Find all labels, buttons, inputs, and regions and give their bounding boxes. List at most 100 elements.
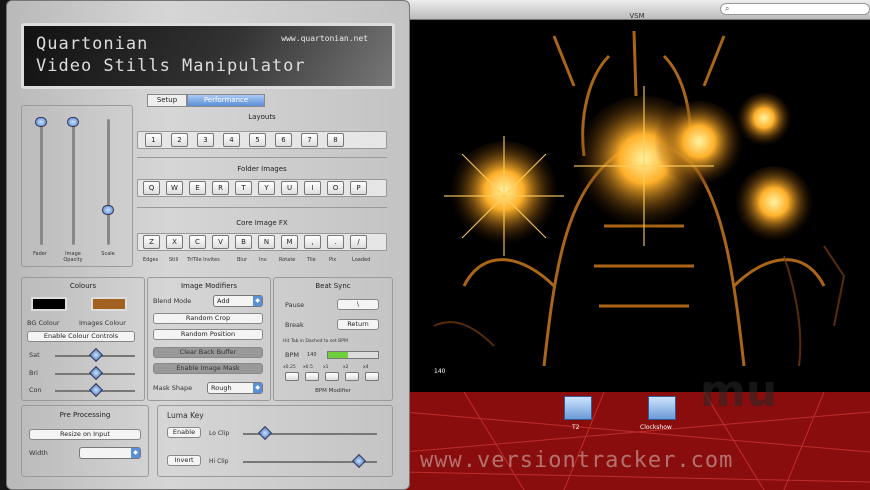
chevron-updown-icon: ◆	[131, 448, 140, 458]
multiplier-button-2[interactable]	[345, 372, 359, 381]
colours-title: Colours	[69, 282, 97, 290]
fader-slider-knob[interactable]	[35, 117, 47, 127]
folder-key-w[interactable]: W	[166, 181, 183, 195]
search-icon: ⌕	[725, 4, 730, 13]
blend-mode-value: Add	[217, 297, 230, 305]
sat-label: Sat	[29, 351, 40, 359]
fx-key-x[interactable]: X	[166, 235, 183, 249]
chevron-updown-icon: ◆	[253, 296, 262, 306]
clear-back-buffer-button[interactable]: Clear Back Buffer	[153, 347, 263, 358]
fader-slider-track[interactable]	[40, 119, 43, 245]
multiplier-button-1[interactable]	[325, 372, 339, 381]
layout-key-5[interactable]: 5	[249, 133, 266, 147]
folder-key-q[interactable]: Q	[143, 181, 160, 195]
scale-slider-track[interactable]	[107, 119, 110, 245]
folder-key-y[interactable]: Y	[258, 181, 275, 195]
luma-enable-button[interactable]: Enable	[167, 427, 201, 438]
random-position-button[interactable]: Random Position	[153, 329, 263, 340]
folder-key-p[interactable]: P	[350, 181, 367, 195]
bpm-meter-fill	[328, 352, 348, 358]
blend-mode-select[interactable]: Add ◆	[213, 295, 263, 307]
scale-slider-knob[interactable]	[102, 205, 114, 215]
width-label: Width	[29, 449, 48, 457]
bpm-modifier-label: BPM Modifier	[315, 388, 351, 394]
enable-image-mask-button[interactable]: Enable Image Mask	[153, 363, 263, 374]
fx-label-blur: Blur	[237, 257, 248, 263]
fx-label-inv: Inv.	[259, 257, 268, 263]
mask-shape-select[interactable]: Rough ◆	[207, 382, 263, 394]
layout-key-4[interactable]: 4	[223, 133, 240, 147]
width-select[interactable]: ◆	[79, 447, 141, 459]
pause-label: Pause	[285, 301, 305, 309]
fx-key-m[interactable]: M	[281, 235, 298, 249]
sliders-group	[21, 105, 133, 267]
opacity-slider-knob[interactable]	[67, 117, 79, 127]
vj-output-window: VSM ⌕ 140	[404, 0, 870, 392]
opacity-label: Image Opacity	[63, 251, 83, 263]
multiplier-button-05[interactable]	[305, 372, 319, 381]
spotlight-search-field[interactable]: ⌕	[720, 3, 870, 15]
folder-key-i[interactable]: I	[304, 181, 321, 195]
multiplier-label-05: x0.5	[303, 365, 313, 370]
break-key-button[interactable]: Return	[337, 319, 379, 330]
folder-key-u[interactable]: U	[281, 181, 298, 195]
divider	[137, 207, 387, 208]
beat-sync-title: Beat Sync	[315, 282, 351, 290]
pre-processing-title: Pre Processing	[59, 411, 111, 419]
fx-label-loaded: Loaded	[352, 257, 371, 263]
folder-icon-t2[interactable]	[564, 396, 592, 420]
banner-title-line2: Video Stills Manipulator	[36, 56, 306, 76]
con-label: Con	[29, 386, 42, 394]
multiplier-button-4[interactable]	[365, 372, 379, 381]
folder-key-r[interactable]: R	[212, 181, 229, 195]
resize-on-input-button[interactable]: Resize on Input	[29, 429, 141, 440]
fx-key-b[interactable]: B	[235, 235, 252, 249]
fx-label-rotate: Rotate	[279, 257, 296, 263]
layout-key-8[interactable]: 8	[327, 133, 344, 147]
bri-label: Bri	[29, 369, 38, 377]
fader-label: Fader	[33, 251, 47, 257]
mask-shape-label: Mask Shape	[153, 384, 193, 392]
bg-colour-swatch[interactable]	[31, 297, 67, 311]
fx-key-c[interactable]: C	[189, 235, 206, 249]
pause-key-button[interactable]: \	[337, 299, 379, 310]
random-crop-button[interactable]: Random Crop	[153, 313, 263, 324]
fx-key-slash[interactable]: /	[350, 235, 367, 249]
layout-key-6[interactable]: 6	[275, 133, 292, 147]
tab-performance[interactable]: Performance	[187, 94, 265, 107]
layout-key-7[interactable]: 7	[301, 133, 318, 147]
enable-colour-controls-button[interactable]: Enable Colour Controls	[27, 331, 135, 342]
fx-label-edges: Edges	[143, 257, 159, 263]
tab-setup[interactable]: Setup	[147, 94, 187, 107]
fx-key-n[interactable]: N	[258, 235, 275, 249]
fx-key-period[interactable]: .	[327, 235, 344, 249]
banner-title-line1: Quartonian	[36, 34, 149, 54]
divider	[137, 157, 387, 158]
images-colour-label: Images Colour	[79, 319, 126, 327]
lo-clip-label: Lo Clip	[209, 430, 230, 437]
fx-key-v[interactable]: V	[212, 235, 229, 249]
app-banner: Quartonian Video Stills Manipulator www.…	[21, 23, 395, 89]
fx-key-comma[interactable]: ,	[304, 235, 321, 249]
layout-key-3[interactable]: 3	[197, 133, 214, 147]
multiplier-label-1: x1	[323, 365, 329, 370]
fx-label-tile: Tile	[307, 257, 316, 263]
map-wallpaper	[404, 392, 870, 490]
layout-key-2[interactable]: 2	[171, 133, 188, 147]
vj-window-titlebar[interactable]: VSM ⌕	[404, 0, 870, 20]
luma-invert-button[interactable]: Invert	[167, 455, 201, 466]
multiplier-button-025[interactable]	[285, 372, 299, 381]
luma-key-title: Luma Key	[167, 411, 204, 420]
bpm-meter	[327, 351, 379, 359]
blend-mode-label: Blend Mode	[153, 297, 192, 305]
folder-icon-clockshow[interactable]	[648, 396, 676, 420]
folder-key-o[interactable]: O	[327, 181, 344, 195]
images-colour-swatch[interactable]	[91, 297, 127, 311]
folder-key-e[interactable]: E	[189, 181, 206, 195]
opacity-slider-track[interactable]	[72, 119, 75, 245]
versiontracker-watermark: www.versiontracker.com	[420, 448, 734, 473]
fx-key-z[interactable]: Z	[143, 235, 160, 249]
folder-key-t[interactable]: T	[235, 181, 252, 195]
fx-label-pix: Pix	[329, 257, 337, 263]
layout-key-1[interactable]: 1	[145, 133, 162, 147]
